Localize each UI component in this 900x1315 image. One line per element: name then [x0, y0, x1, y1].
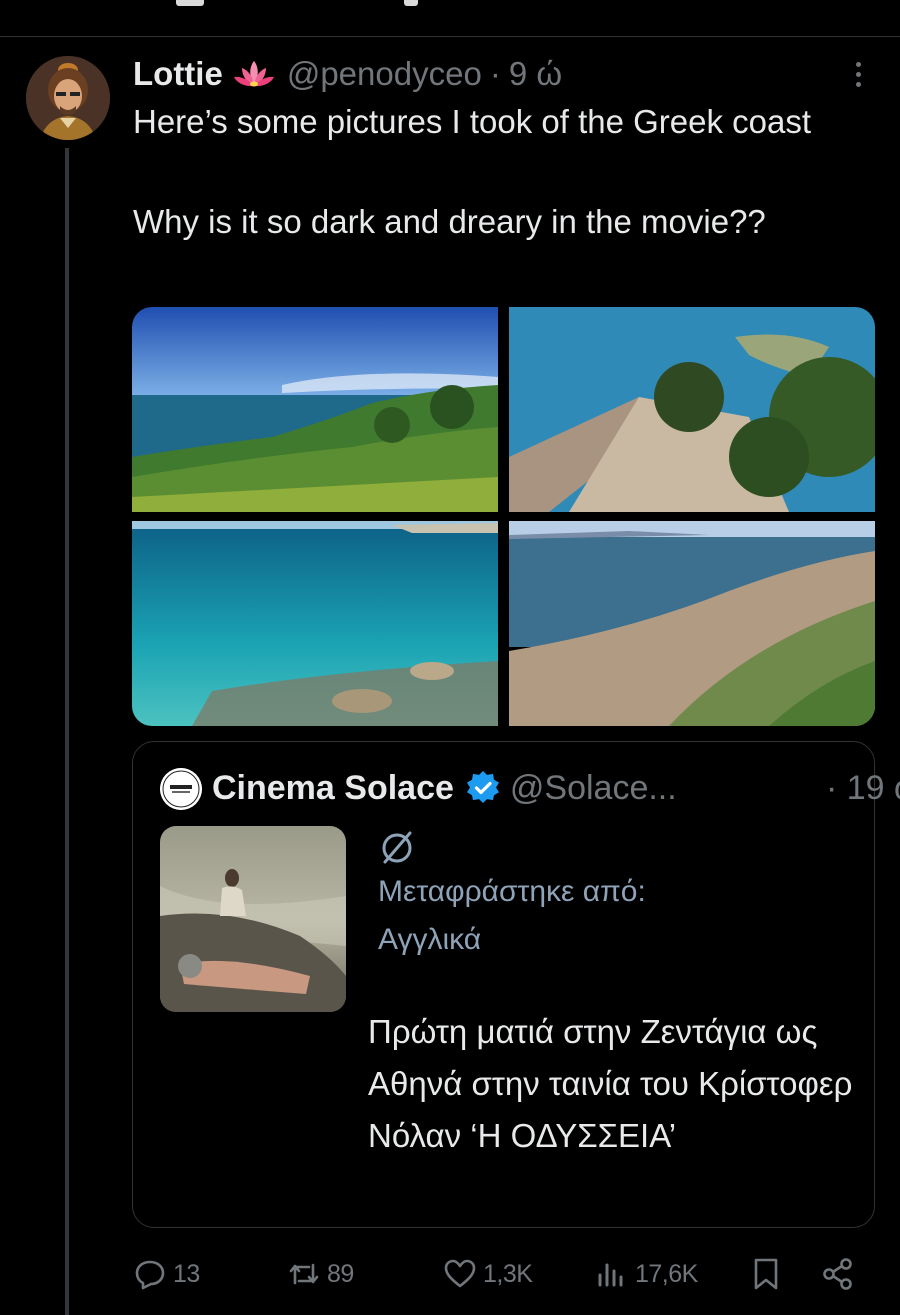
photo-coast-meadow[interactable] [132, 307, 498, 512]
translate-icon [382, 831, 412, 864]
like-count: 1,3K [483, 1259, 533, 1288]
views-button[interactable]: 17,6K [595, 1252, 698, 1296]
quoted-avatar[interactable] [160, 768, 202, 810]
lotus-emoji-icon [233, 61, 274, 87]
post-time[interactable]: 9 ώ [509, 55, 562, 93]
translated-language: Αγγλικά [378, 923, 482, 956]
author-name[interactable]: Lottie [133, 55, 223, 93]
media-grid [132, 307, 875, 726]
thread-line [65, 148, 69, 1315]
reply-button[interactable]: 13 [133, 1252, 200, 1296]
verified-badge-icon [466, 771, 499, 803]
quoted-post-text: Πρώτη ματιά στην Ζεντάγια ως Αθηνά στην … [368, 1013, 853, 1154]
translation-notice[interactable]: Μεταφράστηκε από: Αγγλικά [378, 868, 646, 964]
bookmark-button[interactable] [749, 1252, 783, 1296]
like-button[interactable]: 1,3K [443, 1252, 533, 1296]
translated-from-label: Μεταφράστηκε από: [378, 875, 646, 908]
views-icon [598, 1263, 623, 1287]
photo-fortress-bay[interactable] [509, 307, 875, 512]
quoted-author-handle[interactable]: @Solace... [510, 769, 677, 808]
repost-icon [289, 1263, 319, 1285]
separator: · [489, 55, 501, 92]
author-handle[interactable]: @penodyceo [287, 55, 482, 93]
bookmark-icon [754, 1258, 778, 1290]
views-count: 17,6K [635, 1259, 698, 1288]
repost-button[interactable]: 89 [287, 1252, 354, 1296]
reply-icon [135, 1260, 165, 1290]
cropped-text-fragment [404, 0, 418, 6]
quoted-post-header: Cinema Solace @Solace... · 19 ώ [212, 764, 900, 812]
cropped-text-fragment [176, 0, 204, 6]
post-text-line: Why is it so dark and dreary in the movi… [133, 203, 766, 240]
post-text-line: Here’s some pictures I took of the Greek… [133, 103, 812, 140]
reply-count: 13 [173, 1259, 200, 1288]
photo-rocky-hillside[interactable] [509, 521, 875, 726]
heart-icon [444, 1259, 476, 1288]
quoted-post-time[interactable]: · 19 ώ [826, 769, 900, 808]
share-button[interactable] [821, 1252, 855, 1296]
top-bar [0, 0, 900, 37]
quoted-thumbnail[interactable] [160, 826, 346, 1012]
avatar[interactable] [26, 56, 110, 140]
action-bar: 13 89 1,3K 17,6K [133, 1252, 873, 1296]
post-header: Lottie @penodyceo · 9 ώ [133, 52, 562, 96]
repost-count: 89 [327, 1259, 354, 1288]
quoted-author-name[interactable]: Cinema Solace [212, 769, 454, 808]
post-text: Here’s some pictures I took of the Greek… [133, 97, 873, 247]
quoted-post[interactable]: Cinema Solace @Solace... · 19 ώ Μεταφράσ… [132, 741, 900, 1228]
photo-turquoise-water[interactable] [132, 521, 498, 726]
share-icon [823, 1258, 852, 1290]
more-options-icon[interactable] [848, 58, 868, 92]
